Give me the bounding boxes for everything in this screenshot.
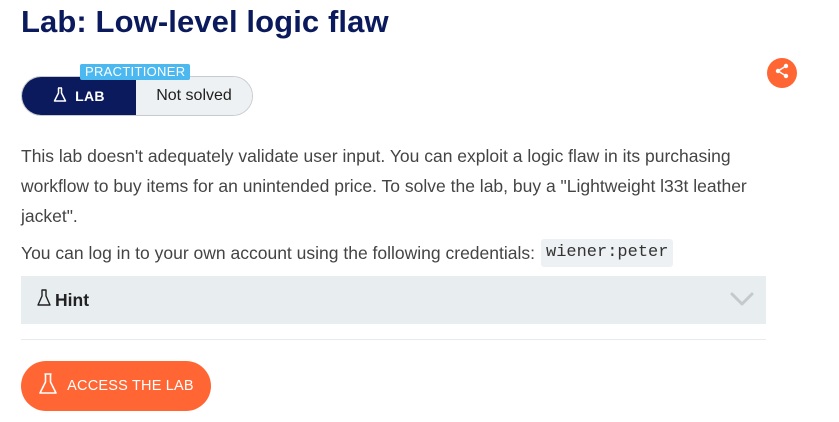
divider xyxy=(21,339,766,340)
share-icon xyxy=(774,63,790,84)
chevron-down-icon xyxy=(730,291,754,312)
hint-toggle[interactable]: Hint xyxy=(21,276,766,324)
flask-icon xyxy=(53,86,67,106)
lab-description: This lab doesn't adequately validate use… xyxy=(21,146,747,226)
page-title: Lab: Low-level logic flaw xyxy=(21,4,389,39)
flask-icon xyxy=(37,288,51,312)
credentials-line: You can log in to your own account using… xyxy=(21,239,674,267)
lab-badge-label: LAB xyxy=(75,88,105,104)
lab-status-badge: PRACTITIONER LAB Not solved xyxy=(21,64,253,116)
credentials-value: wiener:peter xyxy=(541,239,674,267)
status-pill: LAB Not solved xyxy=(21,76,253,116)
access-lab-button[interactable]: ACCESS THE LAB xyxy=(21,361,211,411)
share-button[interactable] xyxy=(767,58,797,88)
flask-icon xyxy=(38,372,58,400)
lab-page: Lab: Low-level logic flaw PRACTITIONER L… xyxy=(0,0,839,422)
credentials-text: You can log in to your own account using… xyxy=(21,243,535,263)
lab-badge: LAB xyxy=(22,77,136,115)
solved-status: Not solved xyxy=(136,77,252,115)
access-lab-label: ACCESS THE LAB xyxy=(67,378,194,394)
hint-label: Hint xyxy=(55,289,90,310)
level-tag: PRACTITIONER xyxy=(80,64,191,80)
